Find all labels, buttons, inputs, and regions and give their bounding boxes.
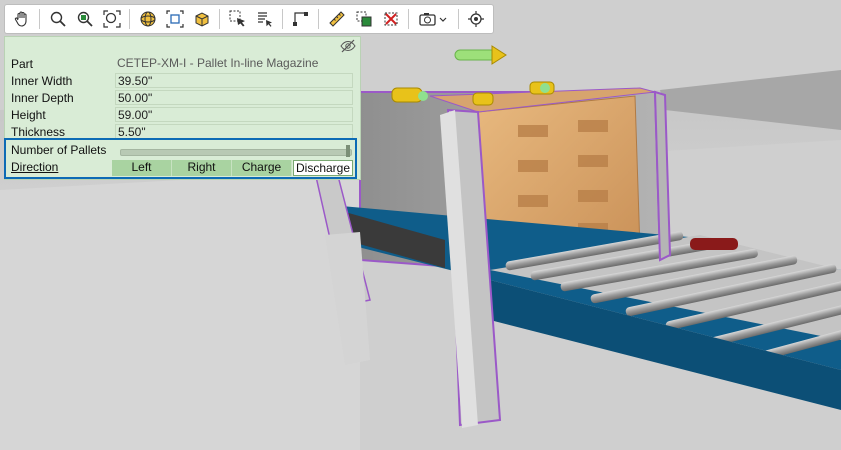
snap-icon[interactable] bbox=[288, 7, 313, 31]
measure-icon[interactable] bbox=[324, 7, 349, 31]
direction-row: Direction Left Right Charge Discharge bbox=[6, 159, 355, 177]
direction-discharge-option[interactable]: Discharge bbox=[293, 160, 353, 176]
property-row-inner-depth: Inner Depth 50.00" bbox=[5, 90, 360, 107]
property-row-part: Part CETEP-XM-I - Pallet In-line Magazin… bbox=[5, 56, 360, 73]
toolbar-separator bbox=[318, 9, 320, 29]
delete-icon[interactable] bbox=[378, 7, 403, 31]
center-view-icon[interactable] bbox=[464, 7, 489, 31]
pan-icon[interactable] bbox=[9, 7, 34, 31]
hide-panel-icon[interactable] bbox=[340, 39, 356, 53]
height-field[interactable]: 59.00" bbox=[115, 107, 353, 122]
property-label: Part bbox=[11, 57, 34, 71]
direction-left-option[interactable]: Left bbox=[112, 160, 172, 176]
property-label: Inner Depth bbox=[11, 91, 74, 105]
select-icon[interactable] bbox=[225, 7, 250, 31]
toolbar-separator bbox=[219, 9, 221, 29]
inner-depth-field[interactable]: 50.00" bbox=[115, 90, 353, 105]
property-row-inner-width: Inner Width 39.50" bbox=[5, 73, 360, 90]
number-of-pallets-label: Number of Pallets bbox=[11, 143, 107, 157]
zoom-window-icon[interactable] bbox=[72, 7, 97, 31]
toolbar-separator bbox=[282, 9, 284, 29]
toolbar-separator bbox=[39, 9, 41, 29]
zoom-icon[interactable] bbox=[45, 7, 70, 31]
inner-width-field[interactable]: 39.50" bbox=[115, 73, 353, 88]
main-toolbar bbox=[4, 4, 494, 34]
copy-icon[interactable] bbox=[351, 7, 376, 31]
view-cube-icon[interactable] bbox=[189, 7, 214, 31]
pallets-direction-group: Number of Pallets Direction Left Right C… bbox=[4, 138, 357, 179]
direction-right-option[interactable]: Right bbox=[172, 160, 232, 176]
property-label: Inner Width bbox=[11, 74, 73, 88]
fit-view-icon[interactable] bbox=[162, 7, 187, 31]
toolbar-separator bbox=[129, 9, 131, 29]
zoom-extents-icon[interactable] bbox=[99, 7, 124, 31]
camera-icon[interactable] bbox=[414, 7, 453, 31]
property-row-height: Height 59.00" bbox=[5, 107, 360, 124]
property-label: Height bbox=[11, 108, 46, 122]
number-of-pallets-slider[interactable] bbox=[120, 149, 352, 156]
orbit-icon[interactable] bbox=[135, 7, 160, 31]
thickness-field[interactable]: 5.50" bbox=[115, 124, 353, 139]
slider-thumb[interactable] bbox=[346, 145, 350, 157]
toolbar-separator bbox=[457, 9, 459, 29]
property-label: Thickness bbox=[11, 125, 66, 139]
property-value: CETEP-XM-I - Pallet In-line Magazine bbox=[115, 56, 353, 71]
direction-charge-option[interactable]: Charge bbox=[232, 160, 292, 176]
select-list-icon[interactable] bbox=[252, 7, 277, 31]
direction-label: Direction bbox=[11, 160, 59, 174]
toolbar-separator bbox=[408, 9, 410, 29]
